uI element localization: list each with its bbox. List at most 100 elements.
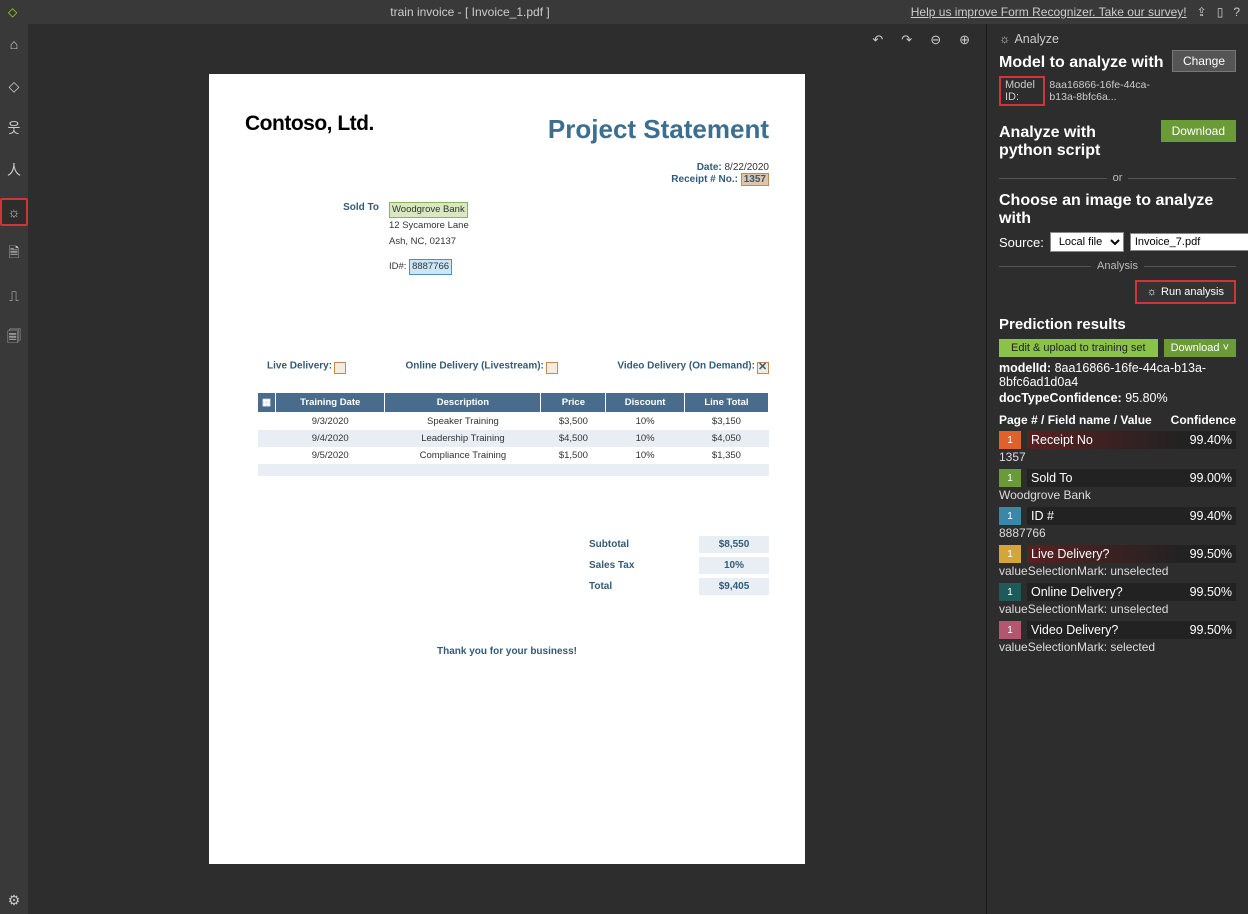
th-discount: Discount bbox=[606, 393, 685, 413]
python-heading: Analyze with python script bbox=[999, 124, 1149, 160]
totals-block: Subtotal$8,550 Sales Tax10% Total$9,405 bbox=[589, 536, 769, 599]
share-icon[interactable]: ⇪ bbox=[1197, 5, 1207, 19]
soldto-label: Sold To bbox=[329, 202, 379, 213]
result-page-tag: 1 bbox=[999, 583, 1021, 601]
video-delivery-label: Video Delivery (On Demand): bbox=[617, 361, 755, 372]
result-row[interactable]: 1Live Delivery?99.50%valueSelectionMark:… bbox=[999, 545, 1236, 581]
invoice-table: ▦ Training Date Description Price Discou… bbox=[257, 392, 769, 476]
addr-line2: Ash, NC, 02137 bbox=[389, 235, 469, 249]
prediction-heading: Prediction results bbox=[999, 316, 1236, 333]
home-icon[interactable]: ⌂ bbox=[0, 30, 28, 58]
result-row[interactable]: 1Sold To99.00%Woodgrove Bank bbox=[999, 469, 1236, 505]
result-row[interactable]: 1ID #99.40%8887766 bbox=[999, 507, 1236, 543]
doc-icon[interactable]: 🗎 bbox=[0, 240, 28, 268]
table-row: 9/4/2020Leadership Training$4,50010%$4,0… bbox=[258, 430, 769, 447]
modelid-key: modelId: bbox=[999, 361, 1051, 375]
subtotal-value: $8,550 bbox=[699, 536, 769, 553]
redo-icon[interactable]: ↷ bbox=[901, 32, 912, 48]
table-row bbox=[258, 464, 769, 476]
lightbulb-icon: ☼ bbox=[999, 32, 1010, 46]
info-icon[interactable]: ▯ bbox=[1217, 5, 1224, 19]
live-delivery-label: Live Delivery: bbox=[267, 361, 332, 372]
subtotal-label: Subtotal bbox=[589, 539, 629, 550]
download-script-button[interactable]: Download bbox=[1161, 120, 1236, 142]
tag-icon[interactable]: ◇ bbox=[0, 72, 28, 100]
survey-link[interactable]: Help us improve Form Recognizer. Take ou… bbox=[911, 5, 1187, 19]
tax-value: 10% bbox=[699, 557, 769, 574]
source-label: Source: bbox=[999, 235, 1044, 250]
date-value: 8/22/2020 bbox=[725, 162, 770, 173]
plug-icon[interactable]: ⎍ bbox=[0, 282, 28, 310]
result-value: 1357 bbox=[999, 449, 1236, 467]
or-divider: or bbox=[999, 172, 1236, 184]
edit-upload-button[interactable]: Edit & upload to training set bbox=[999, 339, 1158, 357]
addr-line1: 12 Sycamore Lane bbox=[389, 219, 469, 233]
analysis-divider: Analysis bbox=[999, 260, 1236, 272]
help-icon[interactable]: ? bbox=[1233, 5, 1240, 19]
result-page-tag: 1 bbox=[999, 431, 1021, 449]
analyze-panel: ☼Analyze Model to analyze with Model ID:… bbox=[986, 24, 1248, 914]
results-head-right: Confidence bbox=[1171, 413, 1236, 427]
result-row[interactable]: 1Online Delivery?99.50%valueSelectionMar… bbox=[999, 583, 1236, 619]
nav-sidebar: ⌂ ◇ 웃 人 ☼ 🗎 ⎍ 🗐 ⚙ bbox=[0, 24, 28, 914]
address-block: Woodgrove Bank 12 Sycamore Lane Ash, NC,… bbox=[389, 202, 469, 276]
id-value: 8887766 bbox=[409, 259, 452, 275]
page-icon[interactable]: 🗐 bbox=[0, 324, 28, 352]
window-title: train invoice - [ Invoice_1.pdf ] bbox=[29, 5, 911, 19]
analyze-heading: ☼Analyze bbox=[999, 32, 1236, 46]
table-row: 9/3/2020Speaker Training$3,50010%$3,150 bbox=[258, 413, 769, 431]
video-delivery-checkbox bbox=[757, 362, 769, 374]
online-delivery-checkbox bbox=[546, 362, 558, 374]
result-confidence: 99.50% bbox=[1180, 621, 1236, 639]
result-page-tag: 1 bbox=[999, 507, 1021, 525]
result-row[interactable]: 1 Receipt No99.40%1357 bbox=[999, 431, 1236, 467]
id-label: ID#: bbox=[389, 261, 406, 272]
analyze-icon[interactable]: ☼ bbox=[0, 198, 28, 226]
topbar: ◇ train invoice - [ Invoice_1.pdf ] Help… bbox=[0, 0, 1248, 24]
result-row[interactable]: 1Video Delivery?99.50%valueSelectionMark… bbox=[999, 621, 1236, 657]
result-confidence: 99.40% bbox=[1180, 507, 1236, 525]
choose-heading: Choose an image to analyze with bbox=[999, 192, 1236, 228]
source-file-input[interactable] bbox=[1130, 233, 1248, 251]
th-date: Training Date bbox=[275, 393, 384, 413]
page-title: Project Statement bbox=[548, 114, 769, 145]
result-page-tag: 1 bbox=[999, 621, 1021, 639]
live-delivery-checkbox bbox=[334, 362, 346, 374]
total-label: Total bbox=[589, 581, 612, 592]
online-delivery-label: Online Delivery (Livestream): bbox=[406, 361, 544, 372]
results-list: 1Receipt No99.40%13571Sold To99.00%Woodg… bbox=[999, 431, 1236, 657]
settings-icon[interactable]: ⚙ bbox=[0, 886, 28, 914]
th-total: Line Total bbox=[684, 393, 768, 413]
result-value: Woodgrove Bank bbox=[999, 487, 1236, 505]
table-row: 9/5/2020Compliance Training$1,50010%$1,3… bbox=[258, 447, 769, 464]
compose-icon[interactable]: 人 bbox=[0, 156, 28, 184]
results-head-left: Page # / Field name / Value bbox=[999, 413, 1152, 427]
document-viewer: ↶ ↷ ⊖ ⊕ Contoso, Ltd. Project Statement … bbox=[28, 24, 986, 914]
result-value: valueSelectionMark: unselected bbox=[999, 563, 1236, 581]
result-value: valueSelectionMark: selected bbox=[999, 639, 1236, 657]
soldto-name: Woodgrove Bank bbox=[389, 202, 468, 218]
change-button[interactable]: Change bbox=[1172, 50, 1236, 72]
source-select[interactable]: Local file bbox=[1050, 232, 1124, 252]
undo-icon[interactable]: ↶ bbox=[872, 32, 883, 48]
invoice-page: Contoso, Ltd. Project Statement Date: 8/… bbox=[209, 74, 805, 864]
download-results-button[interactable]: Download ˅ bbox=[1164, 339, 1236, 357]
run-analysis-button[interactable]: ☼Run analysis bbox=[1135, 280, 1236, 304]
zoom-out-icon[interactable]: ⊖ bbox=[930, 32, 941, 48]
result-confidence: 99.50% bbox=[1180, 583, 1236, 601]
people-icon[interactable]: 웃 bbox=[0, 114, 28, 142]
result-field-name: Sold To bbox=[1027, 469, 1180, 487]
result-confidence: 99.50% bbox=[1180, 545, 1236, 563]
results-header: Page # / Field name / Value Confidence bbox=[999, 413, 1236, 427]
result-page-tag: 1 bbox=[999, 545, 1021, 563]
model-heading: Model to analyze with bbox=[999, 54, 1172, 72]
th-desc: Description bbox=[385, 393, 541, 413]
delivery-options: Live Delivery: Online Delivery (Livestre… bbox=[267, 360, 769, 372]
zoom-in-icon[interactable]: ⊕ bbox=[959, 32, 970, 48]
invoice-meta: Date: 8/22/2020 Receipt # No.: 1357 bbox=[671, 162, 769, 186]
result-value: 8887766 bbox=[999, 525, 1236, 543]
result-field-name: Receipt No bbox=[1027, 431, 1180, 449]
receipt-label: Receipt # No.: bbox=[671, 174, 738, 185]
lightbulb-icon: ☼ bbox=[1147, 286, 1157, 298]
result-confidence: 99.40% bbox=[1180, 431, 1236, 449]
